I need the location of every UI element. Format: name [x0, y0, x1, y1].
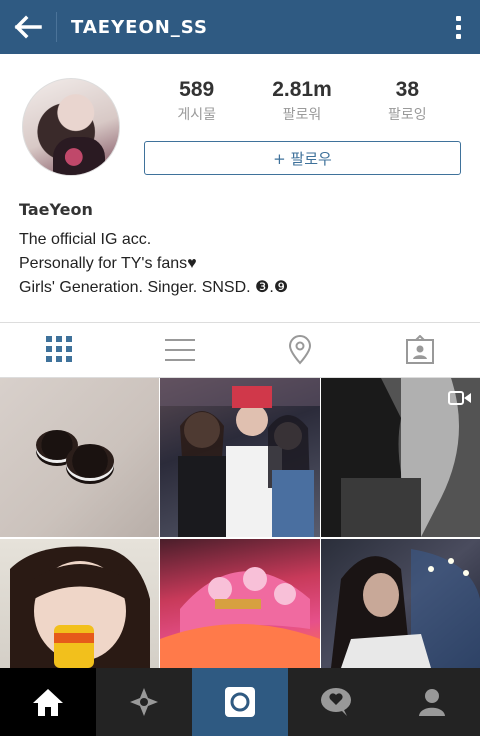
profile-stats: 589 게시물 2.81m 팔로워 38 팔로잉 — [144, 78, 460, 124]
profile-bio: TaeYeon The official IG acc. Personally … — [19, 200, 459, 300]
nav-activity[interactable] — [288, 668, 384, 736]
location-pin-icon — [288, 335, 312, 365]
bio-line: Personally for TY's fans♥ — [19, 255, 197, 272]
camera-icon — [225, 687, 255, 717]
tagged-photo-icon — [406, 335, 434, 364]
list-icon — [165, 339, 195, 361]
photo-video[interactable] — [321, 378, 480, 537]
stat-following-label: 팔로잉 — [388, 107, 427, 123]
photo-cap[interactable] — [160, 539, 320, 668]
profile-username: TAEYEON_SS — [71, 16, 208, 38]
stat-following-count: 38 — [395, 78, 419, 101]
stat-following[interactable]: 38 팔로잉 — [355, 78, 460, 124]
more-options-button[interactable] — [436, 0, 480, 54]
profile-icon — [419, 689, 445, 716]
profile-header: 589 게시물 2.81m 팔로워 38 팔로잉 + 팔로우 TaeYeon T… — [0, 54, 480, 322]
tab-grid-view[interactable] — [0, 323, 120, 377]
photo-drink[interactable] — [0, 539, 159, 668]
bio-line: Girls' Generation. Singer. SNSD. ❸.❾ — [19, 279, 289, 296]
photo-grid — [0, 378, 480, 668]
stat-followers-label: 팔로워 — [282, 107, 322, 123]
home-icon — [33, 689, 63, 716]
tab-list-view[interactable] — [120, 323, 240, 377]
tab-photo-map[interactable] — [240, 323, 360, 377]
activity-icon — [321, 688, 351, 716]
vertical-dots-icon — [455, 15, 461, 21]
arrow-left-icon — [14, 15, 42, 39]
back-button[interactable] — [0, 0, 56, 54]
avatar[interactable] — [22, 78, 120, 176]
stat-posts-count: 589 — [179, 78, 215, 101]
nav-home[interactable] — [0, 668, 96, 736]
photo-stadium[interactable] — [321, 539, 480, 668]
bio-line: The official IG acc. — [19, 231, 152, 248]
tab-tagged-photos[interactable] — [360, 323, 480, 377]
header-divider — [56, 12, 57, 42]
video-camera-icon — [448, 391, 471, 405]
nav-explore[interactable] — [96, 668, 192, 736]
grid-icon — [46, 336, 74, 364]
follow-button[interactable]: + 팔로우 — [144, 141, 461, 175]
photo-group[interactable] — [160, 378, 320, 537]
nav-profile[interactable] — [384, 668, 480, 736]
stat-posts[interactable]: 589 게시물 — [144, 78, 249, 124]
stat-posts-label: 게시물 — [177, 107, 216, 123]
stat-followers-count: 2.81m — [272, 78, 332, 101]
stat-followers[interactable]: 2.81m 팔로워 — [249, 78, 354, 124]
explore-icon — [130, 688, 158, 716]
top-bar: TAEYEON_SS — [0, 0, 480, 54]
profile-view-tabs — [0, 322, 480, 378]
bottom-navigation — [0, 668, 480, 736]
photo-oreo[interactable] — [0, 378, 159, 537]
profile-display-name: TaeYeon — [19, 200, 93, 219]
nav-camera[interactable] — [192, 668, 288, 736]
